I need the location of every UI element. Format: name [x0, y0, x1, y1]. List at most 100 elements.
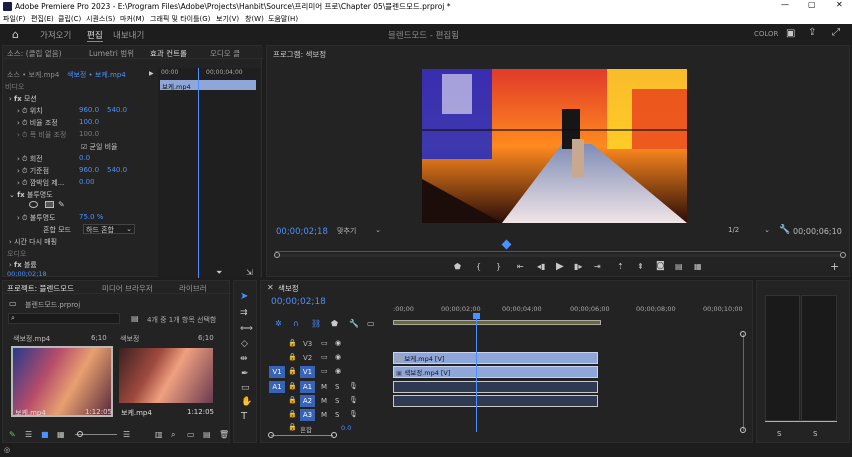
- tab-edit[interactable]: 편집: [87, 29, 103, 42]
- fx-opacity[interactable]: ⌄ fx 불투명도: [9, 190, 53, 202]
- sync-icon[interactable]: ▭: [321, 339, 328, 347]
- vertical-scrollbar[interactable]: [743, 334, 744, 431]
- menu-help[interactable]: 도움말(H): [268, 14, 298, 24]
- thumbnail-selected[interactable]: [11, 346, 113, 417]
- fx-motion[interactable]: › fx 모션: [9, 94, 37, 106]
- add-marker-icon[interactable]: ⬟: [331, 319, 338, 328]
- sync-icon[interactable]: ▭: [321, 367, 328, 375]
- razor-tool-icon[interactable]: ◇: [241, 339, 248, 349]
- solo-left[interactable]: S: [777, 430, 781, 438]
- clip-a2[interactable]: [393, 395, 598, 407]
- mask-ellipse-icon[interactable]: [29, 201, 38, 208]
- mute-button[interactable]: M: [321, 411, 327, 419]
- new-bin-icon[interactable]: ▤: [131, 314, 139, 323]
- fx-time-remap[interactable]: › 시간 다시 매핑: [9, 237, 57, 249]
- sort-icon[interactable]: ☰: [123, 430, 130, 439]
- tab-export[interactable]: 내보내기: [113, 29, 144, 41]
- clip-v2[interactable]: fx 보케.mp4 [V]: [393, 352, 598, 364]
- menu-window[interactable]: 창(W): [245, 14, 264, 24]
- flicker-value[interactable]: 0.00: [79, 178, 95, 190]
- mini-timeline[interactable]: 00:00 00;00;04;00 보케.mp4: [158, 68, 260, 278]
- lock-icon[interactable]: 🔒: [288, 423, 297, 431]
- compare-icon[interactable]: ▤: [675, 262, 683, 271]
- menu-sequence[interactable]: 시퀀스(S): [86, 14, 115, 24]
- selection-tool-icon[interactable]: ➤: [240, 291, 248, 302]
- track-v2[interactable]: 🔒 V2 ▭ ◉: [261, 352, 393, 365]
- timeline-timecode[interactable]: 00;00;02;18: [271, 297, 326, 307]
- track-v1[interactable]: V1 🔒 V1 ▭ ◉: [261, 366, 393, 379]
- step-back-icon[interactable]: ◂▮: [537, 262, 545, 271]
- menu-graphics[interactable]: 그래픽 및 타이틀(G): [150, 14, 210, 24]
- mic-icon[interactable]: 🎙: [349, 382, 358, 390]
- track-v3[interactable]: 🔒 V3 ▭ ◉: [261, 338, 393, 351]
- go-to-in-icon[interactable]: ⇤: [517, 262, 524, 271]
- effect-timecode[interactable]: 00;00;02;18: [7, 270, 47, 278]
- time-ruler[interactable]: :00;00 00;00;02;00 00;00;04;00 00;00;06;…: [393, 303, 743, 325]
- resolution-select[interactable]: 1/2 ⌄: [728, 226, 770, 236]
- eye-icon[interactable]: ◉: [335, 339, 341, 347]
- share-icon[interactable]: ⇪: [808, 27, 816, 38]
- freeform-view-icon[interactable]: ▦: [57, 430, 65, 439]
- timeline-playhead[interactable]: [476, 314, 477, 432]
- mute-button[interactable]: M: [321, 397, 327, 405]
- menu-edit[interactable]: 편집(E): [31, 14, 54, 24]
- workspace-color[interactable]: COLOR: [754, 30, 778, 38]
- program-timecode[interactable]: 00;00;02;18: [276, 227, 328, 237]
- settings-wrench-icon[interactable]: 🔧: [779, 225, 790, 235]
- zoom-select[interactable]: 맞추기 ⌄: [337, 226, 381, 236]
- camera-icon[interactable]: ◙: [656, 261, 665, 271]
- quick-export-icon[interactable]: ▣: [786, 28, 795, 39]
- sync-icon[interactable]: ▭: [321, 353, 328, 361]
- playhead-handle[interactable]: [473, 313, 480, 319]
- menu-clip[interactable]: 클립(C): [58, 14, 81, 24]
- lock-icon[interactable]: 🔒: [288, 367, 297, 375]
- zoom-slider-thumb[interactable]: [77, 431, 83, 437]
- solo-button[interactable]: S: [335, 411, 339, 419]
- menu-view[interactable]: 보기(V): [216, 14, 239, 24]
- pencil-icon[interactable]: ✎: [9, 430, 16, 439]
- opacity-value[interactable]: 75.0 %: [79, 213, 103, 225]
- clip-v1[interactable]: ▣ 색보정.mp4 [V]: [393, 366, 598, 378]
- program-tab[interactable]: 프로그램: 색보정: [273, 49, 326, 60]
- mic-icon[interactable]: 🎙: [349, 396, 358, 404]
- blend-mode-select[interactable]: 하드 혼합 ⌄: [83, 224, 135, 234]
- captions-icon[interactable]: ▭: [367, 319, 375, 328]
- track-select-icon[interactable]: ⇉: [240, 308, 248, 318]
- home-icon[interactable]: ⌂: [12, 28, 19, 41]
- mask-rect-icon[interactable]: [45, 201, 54, 208]
- play-only-icon[interactable]: ▶: [149, 70, 154, 77]
- uniform-scale-row[interactable]: ☑ 균일 비율: [81, 142, 118, 154]
- sequence-tab[interactable]: 색보정: [278, 283, 299, 294]
- mute-button[interactable]: M: [321, 383, 327, 391]
- position-y-value[interactable]: 540.0: [107, 106, 127, 118]
- horizontal-scrollbar[interactable]: [271, 435, 333, 436]
- tab-lumetri[interactable]: Lumetri 범위: [89, 48, 134, 59]
- tab-libraries[interactable]: 라이브러: [179, 283, 207, 294]
- extract-icon[interactable]: ⇞: [637, 262, 644, 271]
- source-patch-v1[interactable]: V1: [269, 366, 285, 378]
- search-input[interactable]: ⌕: [8, 313, 120, 324]
- step-forward-icon[interactable]: ▮▸: [574, 262, 582, 271]
- linked-icon[interactable]: ⛓: [311, 319, 321, 328]
- list-view-icon[interactable]: ☰: [25, 430, 32, 439]
- program-scrubber[interactable]: [275, 251, 841, 252]
- marker-icon[interactable]: ⬟: [454, 262, 461, 271]
- lock-icon[interactable]: 🔒: [288, 396, 297, 404]
- fullscreen-icon[interactable]: ⤢: [832, 27, 840, 38]
- mask-pen-icon[interactable]: ✎: [58, 200, 65, 209]
- mark-out-icon[interactable]: }: [496, 262, 501, 271]
- lock-icon[interactable]: 🔒: [288, 410, 297, 418]
- eye-icon[interactable]: ◉: [335, 353, 341, 361]
- trash-icon[interactable]: 🗑: [219, 430, 229, 439]
- close-button[interactable]: ✕: [836, 0, 843, 9]
- program-video-frame[interactable]: [422, 69, 687, 223]
- menu-marker[interactable]: 마커(M): [120, 14, 144, 24]
- close-sequence-icon[interactable]: ✕: [267, 283, 274, 292]
- new-item-icon[interactable]: ▤: [203, 430, 211, 439]
- menu-file[interactable]: 파일(F): [3, 14, 25, 24]
- wrench-icon[interactable]: 🔧: [349, 319, 359, 328]
- anchor-x-value[interactable]: 960.0: [79, 166, 99, 178]
- minimize-button[interactable]: —: [781, 0, 789, 9]
- slip-tool-icon[interactable]: ⇹: [240, 354, 248, 364]
- rotation-value[interactable]: 0.0: [79, 154, 90, 166]
